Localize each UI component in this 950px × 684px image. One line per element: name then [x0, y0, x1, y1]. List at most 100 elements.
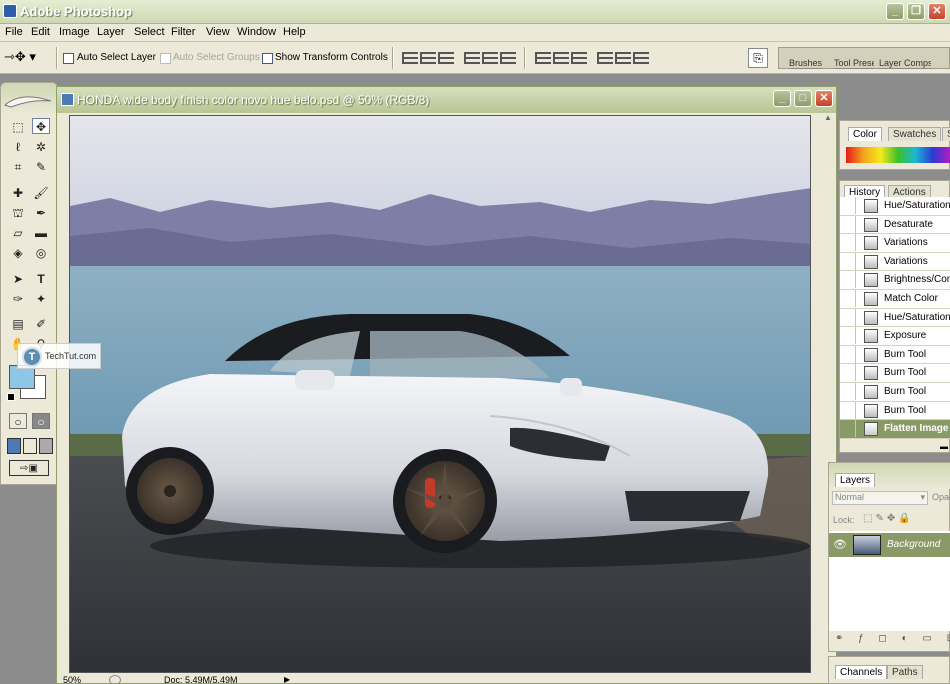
jump-to-imageready-icon[interactable]: ⇨▣ [9, 460, 49, 476]
align-right-edges-icon[interactable] [500, 52, 516, 64]
menu-image[interactable]: Image [59, 26, 90, 38]
history-state-toggle[interactable] [840, 308, 856, 326]
history-item[interactable]: Brightness/Contrast [840, 271, 950, 290]
path-selection-tool-icon[interactable]: ➤ [9, 271, 27, 287]
standard-mode-icon[interactable]: ○ [9, 413, 27, 429]
minimize-button[interactable]: _ [886, 3, 904, 20]
doc-minimize-button[interactable]: _ [773, 90, 791, 107]
eraser-tool-icon[interactable]: ▱ [9, 225, 27, 241]
blur-tool-icon[interactable]: ◈ [9, 245, 27, 261]
layer-row-background[interactable]: 👁 Background [829, 533, 950, 557]
menu-edit[interactable]: Edit [31, 26, 50, 38]
history-state-toggle[interactable] [840, 215, 856, 233]
history-state-toggle[interactable] [840, 327, 856, 345]
lock-icons[interactable]: ⬚✎✥🔒 [863, 513, 914, 524]
distribute-left-icon[interactable] [597, 52, 613, 64]
status-menu-arrow-icon[interactable]: ▶ [284, 675, 290, 684]
magic-wand-tool-icon[interactable]: ✲ [32, 139, 50, 155]
full-screen-menu-mode-icon[interactable] [23, 438, 37, 454]
tab-styles[interactable]: S [942, 127, 950, 141]
standard-screen-mode-icon[interactable] [7, 438, 21, 454]
notes-tool-icon[interactable]: ▤ [9, 316, 27, 332]
history-item[interactable]: Burn Tool [840, 364, 950, 383]
tab-color[interactable]: Color [848, 127, 882, 141]
type-tool-icon[interactable]: T [32, 271, 50, 287]
align-vertical-centers-icon[interactable] [420, 52, 436, 64]
move-tool-icon[interactable]: ✥ [32, 118, 50, 134]
restore-button[interactable]: ❐ [907, 3, 925, 20]
distribute-hcenters-icon[interactable] [615, 52, 631, 64]
menu-file[interactable]: File [5, 26, 23, 38]
distribute-right-icon[interactable] [633, 52, 649, 64]
doc-maximize-button[interactable]: □ [794, 90, 812, 107]
align-bottom-edges-icon[interactable] [438, 52, 454, 64]
tool-preset-picker[interactable]: ⇾✥ ▾ [4, 49, 52, 67]
history-item[interactable]: Match Color [840, 289, 950, 309]
history-brush-tool-icon[interactable]: ✒ [32, 205, 50, 221]
history-item[interactable]: Burn Tool [840, 345, 950, 365]
tab-swatches[interactable]: Swatches [888, 127, 942, 141]
history-item[interactable]: Burn Tool [840, 401, 950, 421]
auto-select-layer-checkbox[interactable] [63, 53, 74, 64]
layer-actions-bar[interactable]: ⚭ ƒ ◻ ◐ ▭ ⊟ [835, 633, 950, 644]
history-item[interactable]: Hue/Saturation [840, 197, 950, 216]
history-state-toggle[interactable] [840, 401, 856, 419]
zoom-icon[interactable] [109, 675, 121, 684]
blend-mode-select[interactable]: Normal ▾ [832, 491, 928, 505]
doc-close-button[interactable]: ✕ [815, 90, 833, 107]
distribute-centers-icon[interactable] [553, 52, 569, 64]
history-item[interactable]: Variations [840, 234, 950, 253]
align-left-edges-icon[interactable] [464, 52, 480, 64]
distribute-bottom-icon[interactable] [571, 52, 587, 64]
history-item[interactable]: Variations [840, 252, 950, 272]
align-top-edges-icon[interactable] [402, 52, 418, 64]
gradient-tool-icon[interactable]: ▬ [32, 225, 50, 241]
history-state-toggle[interactable] [840, 252, 856, 270]
menu-layer[interactable]: Layer [97, 26, 125, 38]
tab-layer-comps[interactable]: Layer Comps [879, 58, 931, 69]
image-canvas[interactable] [69, 115, 811, 673]
zoom-level[interactable]: 50% [63, 675, 81, 684]
marquee-tool-icon[interactable]: ⬚ [9, 119, 27, 135]
tab-layers[interactable]: Layers [835, 473, 876, 487]
menu-select[interactable]: Select [134, 26, 165, 38]
full-screen-mode-icon[interactable] [39, 438, 53, 454]
align-horizontal-centers-icon[interactable] [482, 52, 498, 64]
lasso-tool-icon[interactable]: ℓ [9, 139, 27, 155]
history-state-toggle[interactable] [840, 271, 856, 289]
brush-tool-icon[interactable]: 🖌 [32, 185, 50, 201]
menu-filter[interactable]: Filter [171, 26, 195, 38]
crop-tool-icon[interactable]: ⌗ [9, 159, 27, 175]
custom-shape-tool-icon[interactable]: ✦ [32, 291, 50, 307]
slice-tool-icon[interactable]: ✎ [32, 159, 50, 175]
default-colors-icon[interactable] [7, 393, 15, 401]
history-item[interactable]: Flatten Image [840, 420, 950, 439]
show-transform-controls-checkbox[interactable] [262, 53, 273, 64]
tab-channels[interactable]: Channels [835, 665, 888, 679]
history-state-toggle[interactable] [840, 345, 856, 363]
pen-tool-icon[interactable]: ✑ [9, 291, 27, 307]
close-button[interactable]: ✕ [928, 3, 946, 20]
healing-brush-tool-icon[interactable]: ✚ [9, 185, 27, 201]
tab-paths[interactable]: Paths [887, 665, 923, 679]
tab-brushes[interactable]: Brushes [789, 58, 823, 69]
history-state-toggle[interactable] [840, 234, 856, 252]
menu-window[interactable]: Window [237, 26, 276, 38]
menu-help[interactable]: Help [283, 26, 306, 38]
distribute-top-icon[interactable] [535, 52, 551, 64]
eye-icon[interactable]: 👁 [833, 538, 847, 551]
menu-view[interactable]: View [206, 26, 230, 38]
history-state-toggle[interactable] [840, 197, 856, 214]
history-scroll-icon[interactable]: ▬ [940, 442, 948, 451]
auto-select-groups-checkbox[interactable] [160, 53, 171, 64]
history-item[interactable]: Exposure [840, 327, 950, 346]
quick-mask-mode-icon[interactable]: ○ [32, 413, 50, 429]
burn-tool-icon[interactable]: ◎ [32, 245, 50, 261]
history-state-toggle[interactable] [840, 289, 856, 307]
history-state-toggle[interactable] [840, 382, 856, 400]
file-browser-icon[interactable]: ⎘ [748, 48, 768, 68]
history-item[interactable]: Burn Tool [840, 382, 950, 402]
history-item[interactable]: Desaturate [840, 215, 950, 235]
tab-tool-presets[interactable]: Tool Presets [834, 58, 874, 69]
eyedropper-tool-icon[interactable]: ✐ [32, 316, 50, 332]
